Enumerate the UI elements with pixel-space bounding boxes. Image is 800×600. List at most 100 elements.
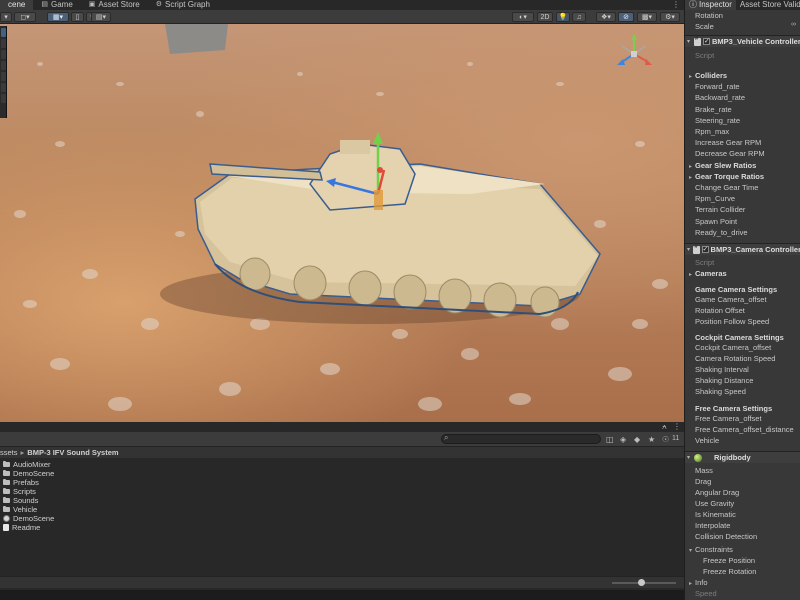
- more-options-icon[interactable]: ⋮: [668, 0, 684, 10]
- orientation-gizmo-icon[interactable]: [614, 34, 654, 74]
- inspector-field: Position Follow Speed: [685, 316, 800, 327]
- pivot-icon[interactable]: ◻▾: [14, 12, 36, 22]
- custom-tool-icon[interactable]: [1, 83, 6, 92]
- breadcrumb-assets[interactable]: ssets: [0, 448, 18, 457]
- inspector-field: Rotation Offset: [685, 305, 800, 316]
- rotate-tool-icon[interactable]: [1, 39, 6, 48]
- inspector-field: Freeze Rotation: [685, 566, 800, 577]
- folder-icon: [3, 479, 10, 485]
- cameras-foldout[interactable]: ▸ Cameras: [685, 268, 800, 279]
- folder-icon: [3, 488, 10, 494]
- project-tab-bar: ⍲ ⋮: [0, 422, 684, 432]
- fold-arrow-icon[interactable]: ▾: [687, 38, 692, 45]
- search-by-type-icon[interactable]: ◫: [606, 435, 614, 444]
- constrain-link-icon[interactable]: ∞: [791, 21, 796, 28]
- asset-name: AudioMixer: [13, 460, 51, 469]
- field-label: Forward_rate: [695, 82, 740, 92]
- field-label: Rotation Offset: [695, 306, 745, 315]
- tab-script-graph[interactable]: ⚙ Script Graph: [148, 0, 218, 10]
- search-by-label-icon[interactable]: ◈: [620, 435, 626, 444]
- speed-label: Speed: [695, 589, 717, 598]
- tab-asset-store-validator-label: Asset Store Validat: [739, 0, 800, 9]
- tab-scene[interactable]: cene: [0, 0, 34, 10]
- field-label: Brake_rate: [695, 104, 732, 114]
- effects-icon[interactable]: ❖▾: [596, 12, 616, 22]
- inspector-field: Shaking Speed: [685, 386, 800, 397]
- asset-name: DemoScene: [13, 469, 55, 478]
- scale-tool-icon[interactable]: [1, 50, 6, 59]
- camera-mode-icon[interactable]: ◐▾: [512, 12, 534, 22]
- asset-item[interactable]: Readme: [0, 523, 684, 532]
- draw-mode-icon[interactable]: ▾: [0, 12, 12, 22]
- icon-size-slider[interactable]: [612, 579, 676, 586]
- asset-item[interactable]: Sounds: [0, 496, 684, 505]
- fold-arrow-icon[interactable]: ▾: [687, 246, 691, 253]
- inspector-field: Use Gravity: [685, 498, 800, 509]
- view-2d-button[interactable]: 2D: [537, 12, 553, 22]
- field-label: Interpolate: [695, 521, 731, 530]
- tab-script-graph-label: Script Graph: [165, 0, 210, 9]
- slider-knob[interactable]: [637, 579, 645, 586]
- inspector-field: Steering_rate: [685, 115, 800, 126]
- audio-icon[interactable]: ♫: [572, 12, 586, 22]
- project-panel: ⍲ ⋮ ◫ ◈ ◆ ★ ☉ 11 ssets▸BMP-3 IFV Sound S…: [0, 422, 684, 600]
- inspector-field: Brake_rate: [685, 104, 800, 115]
- asset-item[interactable]: AudioMixer: [0, 460, 684, 469]
- info-foldout[interactable]: ▸ Info: [685, 577, 800, 588]
- constraints-foldout[interactable]: ▾ Constraints: [685, 544, 800, 555]
- project-search-input[interactable]: [441, 434, 601, 444]
- hidden-objects-icon[interactable]: ⊘: [618, 12, 634, 22]
- hand-tool-icon[interactable]: [1, 94, 6, 103]
- breadcrumb-current[interactable]: BMP-3 IFV Sound System: [27, 448, 118, 457]
- scene-viewport[interactable]: [0, 24, 684, 422]
- asset-item[interactable]: Prefabs: [0, 478, 684, 487]
- favorite-icon[interactable]: ★: [648, 435, 655, 444]
- camera-controller-title: BMP3_Camera Controller: [710, 245, 800, 254]
- asset-name: Readme: [12, 523, 41, 532]
- component-enabled-checkbox[interactable]: ✓: [703, 38, 710, 45]
- asset-item[interactable]: DemoScene: [0, 514, 684, 523]
- gizmos-icon[interactable]: ⚙▾: [660, 12, 680, 22]
- scene-camera-icon[interactable]: ▩▾: [637, 12, 657, 22]
- field-label: Freeze Rotation: [703, 567, 757, 576]
- inspector-field[interactable]: ▸ Gear Slew Ratios: [685, 160, 800, 171]
- inspector-field: Mass: [685, 465, 800, 476]
- field-label: Rpm_max: [695, 127, 730, 136]
- more-options-icon[interactable]: ⋮: [673, 422, 681, 431]
- tab-game-label: Game: [50, 0, 73, 9]
- tab-asset-store-validator[interactable]: Asset Store Validat: [736, 0, 800, 10]
- component-camera-controller[interactable]: ▾ ✓ BMP3_Camera Controller: [685, 243, 800, 255]
- asset-item[interactable]: Scripts: [0, 487, 684, 496]
- asset-name: Scripts: [13, 487, 36, 496]
- tab-game[interactable]: ▤ Game: [33, 0, 80, 10]
- lighting-icon[interactable]: 💡: [556, 12, 570, 22]
- fold-arrow-icon[interactable]: ▾: [687, 454, 692, 461]
- asset-item[interactable]: DemoScene: [0, 469, 684, 478]
- grid-snap-icon[interactable]: ▦▾: [47, 12, 69, 22]
- inspector-field: Shaking Interval: [685, 364, 800, 375]
- component-vehicle-controller[interactable]: ▾ ✓ BMP3_Vehicle Controller: [685, 35, 800, 47]
- inspector-field: Cockpit Camera_offset: [685, 342, 800, 353]
- scene-toolbar: ▾ ◻▾ ▦▾ ▯ ▾ ▤▾ ◐▾ 2D 💡 ♫ ❖▾ ○ ⊘ ▩▾ ⚙▾: [0, 10, 684, 24]
- transform-tool-icon[interactable]: [1, 72, 6, 81]
- field-label: Spawn Point: [695, 216, 738, 226]
- ruler-icon[interactable]: ▤▾: [91, 12, 111, 22]
- lock-icon[interactable]: ⍲: [662, 422, 667, 432]
- field-label: Rpm_Curve: [695, 194, 736, 204]
- rigidbody-title: Rigidbody: [714, 453, 751, 462]
- inspector-field[interactable]: ▸ Colliders: [685, 70, 800, 81]
- field-label: Decrease Gear RPM: [695, 149, 765, 159]
- scene-render: [14, 24, 668, 411]
- label-icon[interactable]: ◆: [634, 435, 640, 444]
- snap-increment-icon[interactable]: ▯: [71, 12, 84, 22]
- tab-asset-store[interactable]: ▣ Asset Store: [81, 0, 148, 10]
- component-enabled-checkbox[interactable]: ✓: [701, 246, 709, 253]
- tab-inspector[interactable]: ⓘ Inspector: [685, 0, 736, 10]
- move-tool-icon[interactable]: [1, 28, 6, 37]
- inspector-field[interactable]: ▸ Gear Torque Ratios: [685, 171, 800, 182]
- asset-item[interactable]: Vehicle: [0, 505, 684, 514]
- hidden-packages-icon[interactable]: ☉: [662, 435, 669, 444]
- component-rigidbody[interactable]: ▾ Rigidbody: [685, 451, 800, 463]
- rect-tool-icon[interactable]: [1, 61, 6, 70]
- transform-rotation-label: Rotation: [695, 11, 723, 20]
